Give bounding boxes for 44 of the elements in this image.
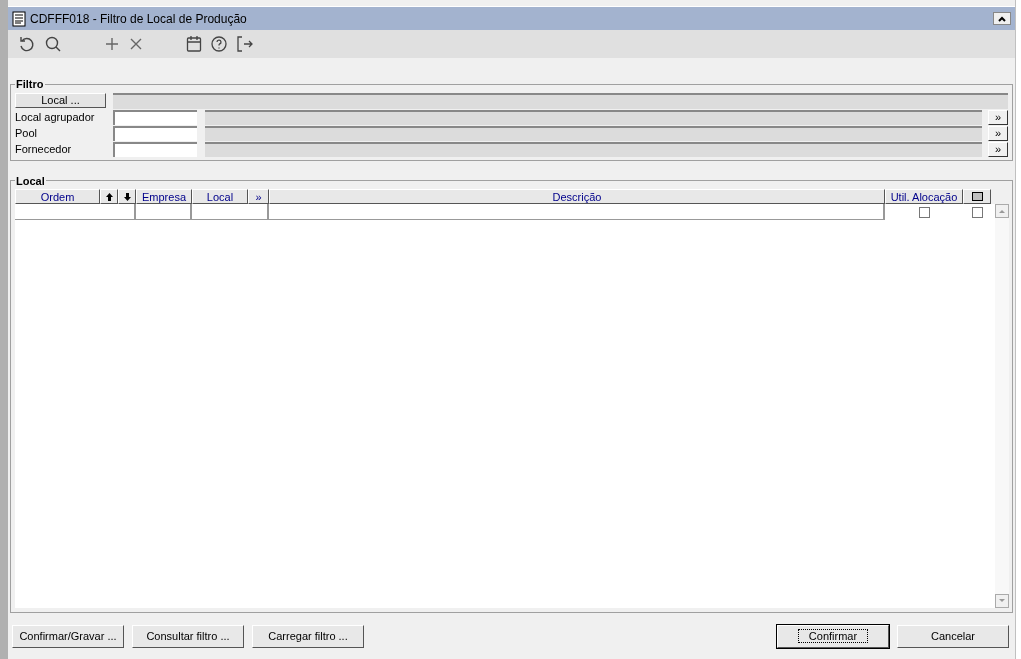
- add-icon[interactable]: [104, 36, 120, 52]
- select-all-button[interactable]: [963, 189, 991, 204]
- scroll-up-icon[interactable]: [995, 204, 1009, 218]
- input-field[interactable]: [113, 109, 197, 125]
- scroll-down-icon[interactable]: [995, 594, 1009, 608]
- checkbox[interactable]: [971, 206, 983, 218]
- caret-up-icon: [998, 15, 1006, 22]
- field-label: Pool: [15, 127, 39, 139]
- checkbox[interactable]: [918, 206, 930, 218]
- column-header[interactable]: Descrição: [269, 189, 885, 204]
- column-header[interactable]: Local: [192, 189, 248, 204]
- calendar-icon[interactable]: [186, 35, 202, 53]
- input-field[interactable]: [113, 141, 197, 157]
- column-header[interactable]: Util. Alocação: [885, 189, 963, 204]
- group-title: Filtro: [15, 77, 45, 92]
- action-button[interactable]: Confirmar: [777, 624, 889, 648]
- local-button[interactable]: Local ...: [15, 92, 106, 108]
- lookup-button[interactable]: »: [988, 125, 1008, 141]
- document-icon: [12, 10, 26, 27]
- column-header[interactable]: »: [248, 189, 269, 204]
- sort-button[interactable]: [118, 189, 136, 204]
- action-button[interactable]: Consultar filtro ...: [132, 624, 244, 648]
- field-label: Fornecedor: [15, 143, 73, 155]
- sort-button[interactable]: [100, 189, 118, 204]
- collapse-button[interactable]: [993, 12, 1011, 25]
- refresh-icon[interactable]: [18, 35, 36, 53]
- column-header[interactable]: Ordem: [15, 189, 100, 204]
- exit-icon[interactable]: [236, 35, 254, 53]
- square-icon: [971, 192, 983, 201]
- column-header[interactable]: Empresa: [136, 189, 192, 204]
- group-title: Local: [15, 173, 46, 189]
- action-button[interactable]: Cancelar: [897, 624, 1009, 648]
- input-field[interactable]: [113, 125, 197, 141]
- help-icon[interactable]: [210, 35, 228, 53]
- close-icon[interactable]: [128, 36, 144, 52]
- search-icon[interactable]: [44, 35, 62, 53]
- action-button[interactable]: Carregar filtro ...: [252, 624, 364, 648]
- lookup-button[interactable]: »: [988, 109, 1008, 125]
- arrow-down-icon: [123, 192, 131, 201]
- field-label: Local agrupador: [15, 111, 96, 123]
- arrow-up-icon: [105, 192, 113, 201]
- action-button[interactable]: Confirmar/Gravar ...: [12, 624, 124, 648]
- window-title: CDFFF018 - Filtro de Local de Produção: [30, 10, 248, 28]
- lookup-button[interactable]: »: [988, 141, 1008, 157]
